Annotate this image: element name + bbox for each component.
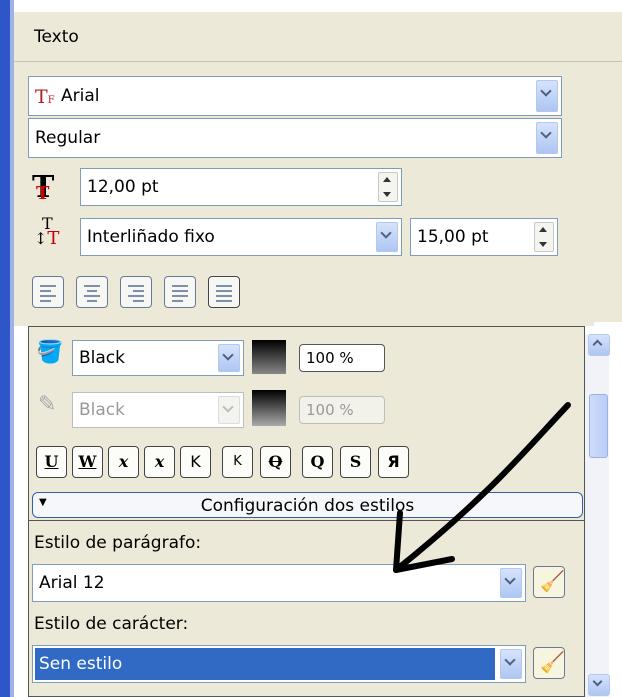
underline-button[interactable]: U (36, 446, 67, 478)
line-spacing-value: 15,00 pt (417, 227, 489, 247)
font-size-spinbox[interactable]: 12,00 pt (80, 168, 402, 206)
font-family-value: Arial (61, 86, 100, 106)
fill-color-value: Black (79, 348, 125, 368)
outline-color-value: Black (79, 400, 125, 420)
chevron-down-icon[interactable] (376, 222, 398, 252)
panel-title: Texto (34, 27, 79, 47)
font-size-icon: TT (32, 170, 55, 205)
font-style-value: Regular (35, 128, 101, 148)
chevron-up-icon (592, 339, 603, 350)
scroll-up-button[interactable] (588, 334, 610, 356)
outline-shade-swatch[interactable] (252, 390, 286, 426)
spin-arrows-icon[interactable] (534, 222, 554, 252)
outline-text-button[interactable]: Q (302, 446, 333, 478)
paragraph-style-label: Estilo de parágrafo: (34, 533, 202, 553)
character-style-label: Estilo de carácter: (34, 614, 189, 634)
character-style-value: Sen estilo (39, 654, 123, 674)
chevron-down-icon[interactable] (218, 396, 240, 424)
paragraph-style-value: Arial 12 (39, 573, 105, 593)
superscript-button[interactable]: x (144, 446, 175, 478)
outline-opacity-value: 100 % (306, 401, 354, 419)
annotation-arrow (393, 402, 571, 573)
line-spacing-icon: T ↕T (34, 214, 60, 249)
line-spacing-mode: Interliñado fixo (87, 227, 215, 247)
subscript-button[interactable]: x (108, 446, 139, 478)
align-center-button[interactable] (76, 276, 108, 308)
chevron-down-icon[interactable] (536, 80, 558, 112)
fill-opacity-spinner[interactable]: 100 % (299, 344, 385, 372)
chevron-down-icon[interactable] (218, 344, 240, 372)
strikethrough-button[interactable]: Q (260, 446, 291, 478)
chevron-down-icon[interactable] (536, 122, 558, 154)
character-style-combo[interactable]: Sen estilo (32, 645, 526, 683)
clear-character-style-button[interactable]: 🧹 (533, 647, 565, 679)
chevron-down-icon[interactable] (500, 649, 522, 679)
word-underline-button[interactable]: W (72, 446, 103, 478)
justify-all-button[interactable] (208, 276, 240, 308)
window-frame-left (0, 0, 10, 697)
spin-arrows-icon[interactable] (378, 172, 398, 202)
align-right-button[interactable] (120, 276, 152, 308)
scroll-down-button[interactable] (588, 674, 610, 696)
outline-pen-icon: ✎ (38, 392, 57, 417)
fill-opacity-value: 100 % (306, 349, 354, 367)
line-spacing-value-spinbox[interactable]: 15,00 pt (410, 218, 558, 256)
line-spacing-mode-combo[interactable]: Interliñado fixo (80, 218, 402, 256)
fill-color-combo[interactable]: Black (72, 340, 244, 376)
font-family-combo[interactable]: TF Arial (28, 76, 562, 116)
font-size-value: 12,00 pt (87, 177, 159, 197)
panel-header[interactable] (14, 12, 622, 62)
fill-shade-swatch[interactable] (252, 340, 286, 374)
font-style-combo[interactable]: Regular (28, 118, 562, 158)
font-icon: TF (35, 86, 55, 108)
fill-bucket-icon: 🪣 (36, 340, 64, 365)
shadow-button[interactable]: S (340, 446, 371, 478)
chevron-down-icon (592, 676, 603, 687)
align-left-button[interactable] (32, 276, 64, 308)
justify-button[interactable] (164, 276, 196, 308)
outline-color-combo[interactable]: Black (72, 392, 244, 428)
all-caps-button[interactable]: K (222, 446, 253, 478)
scroll-thumb[interactable] (589, 394, 608, 458)
small-caps-button[interactable]: K (180, 446, 211, 478)
broom-icon: 🧹 (540, 650, 565, 674)
